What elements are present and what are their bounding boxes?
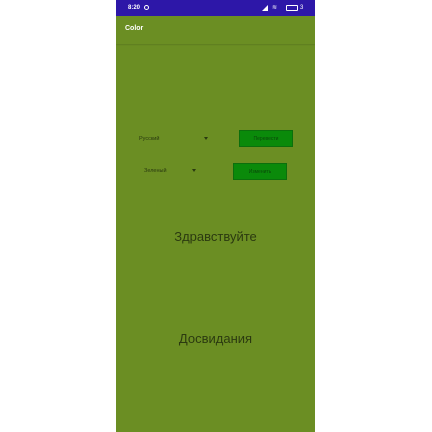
- language-spinner[interactable]: Русский: [139, 132, 211, 146]
- app-bar: Color: [116, 16, 315, 44]
- battery-icon: [286, 5, 298, 11]
- phone-screen: 8:20 ≋ 3 Color Русский Перевести Зеленый…: [116, 0, 315, 432]
- status-time: 8:20: [128, 5, 141, 11]
- language-spinner-value: Русский: [139, 136, 160, 142]
- translate-button[interactable]: Перевести: [239, 130, 293, 147]
- signal-icon: [262, 5, 268, 11]
- app-title: Color: [125, 25, 144, 32]
- dropdown-arrow-icon: [192, 169, 196, 172]
- alarm-icon: [144, 5, 149, 10]
- wifi-icon: ≋: [272, 5, 278, 11]
- hello-text: Здравствуйте: [174, 229, 257, 244]
- battery-level: 3: [300, 5, 304, 11]
- dropdown-arrow-icon: [204, 137, 208, 140]
- color-spinner[interactable]: Зеленый: [144, 164, 202, 178]
- status-bar: 8:20 ≋ 3: [116, 0, 315, 16]
- color-spinner-value: Зеленый: [144, 168, 167, 174]
- goodbye-text: Досвидания: [178, 331, 253, 346]
- change-color-button[interactable]: Изменить: [233, 163, 287, 180]
